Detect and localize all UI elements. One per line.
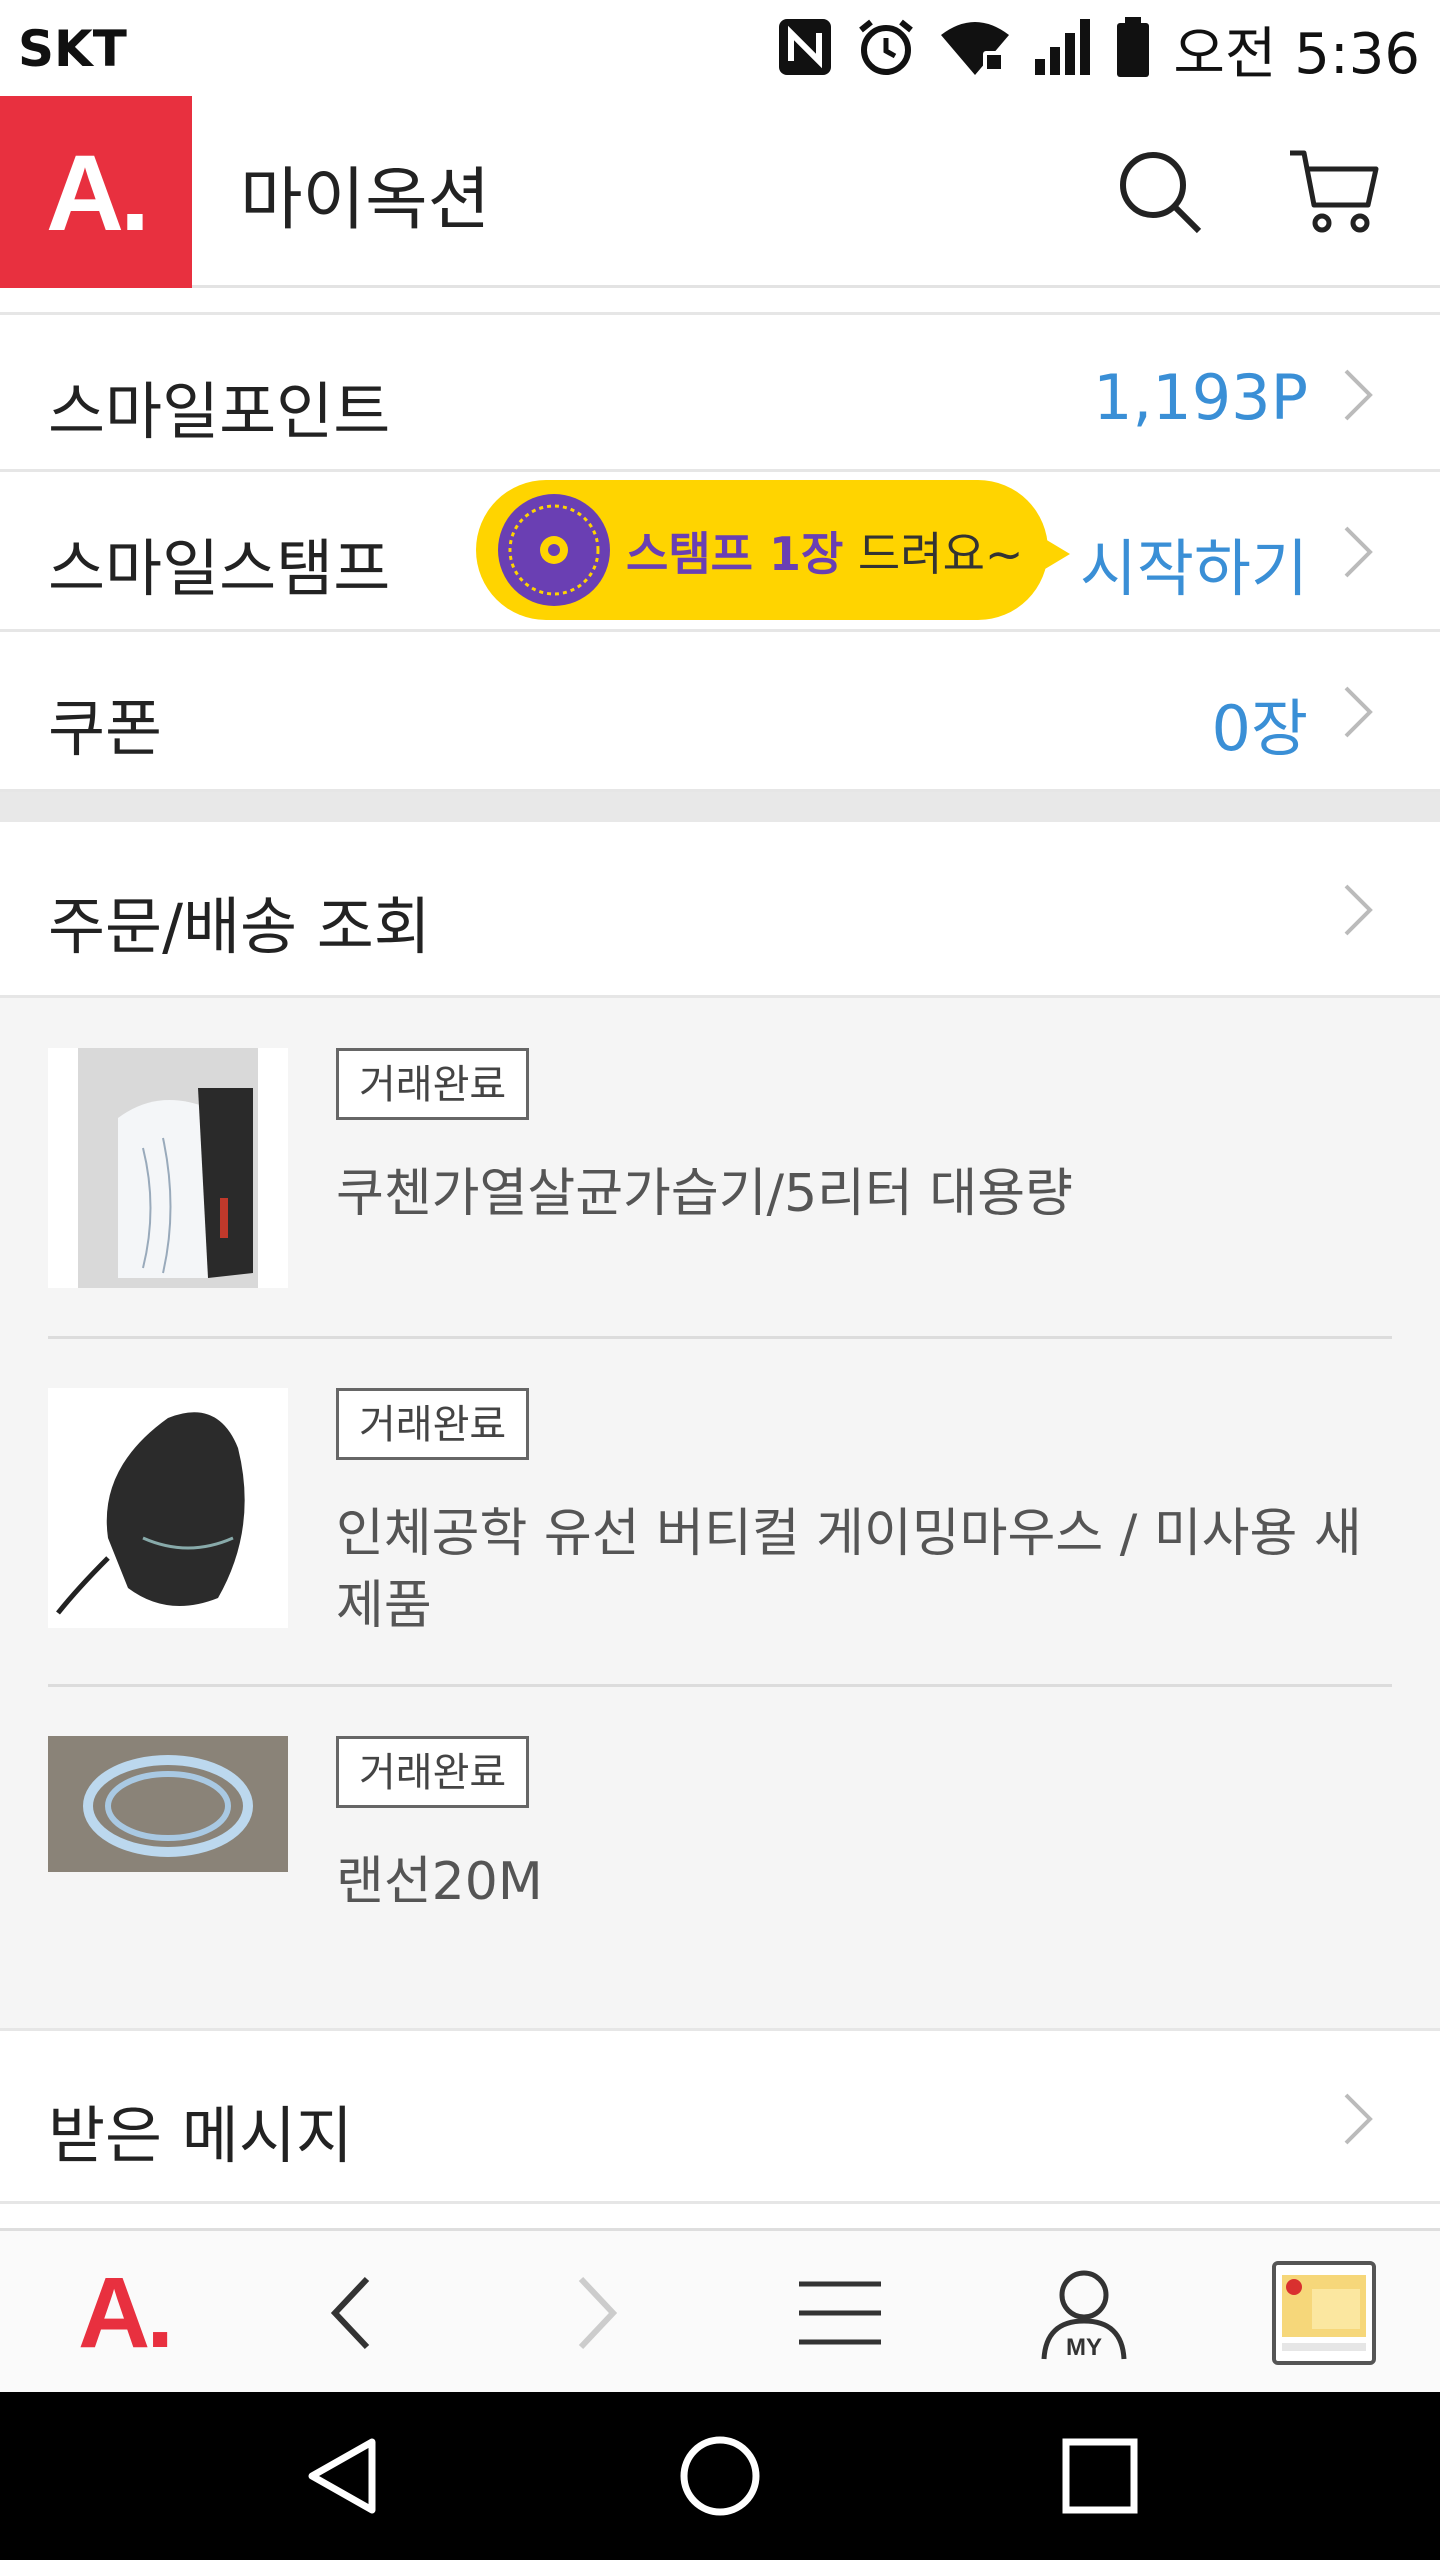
order-item[interactable]: 거래완료 랜선20M: [48, 1736, 1392, 1976]
smile-stamp-start-link: 시작하기: [1079, 532, 1308, 605]
order-item-title: 랜선20M: [336, 1852, 543, 1912]
battery-icon: [1115, 17, 1151, 81]
carrier-label: SKT: [18, 20, 127, 78]
smile-point-label: 스마일포인트: [48, 375, 391, 448]
search-icon: [1120, 152, 1202, 234]
mouse-thumbnail: [48, 1388, 288, 1628]
humidifier-thumbnail: [48, 1048, 288, 1288]
order-item[interactable]: 거래완료 쿠첸가열살균가습기/5리터 대용량: [48, 1048, 1392, 1288]
home-circle-icon: [680, 2436, 760, 2516]
my-label: MY: [1066, 2334, 1102, 2361]
smile-stamp-label: 스마일스탬프: [48, 532, 391, 605]
order-item-title: 인체공학 유선 버티컬 게이밍마우스 / 미사용 새제품: [336, 1504, 1362, 1636]
system-navigation-bar: [0, 2392, 1440, 2560]
app-header: A. 마이옥션: [0, 96, 1440, 288]
smile-point-row[interactable]: 스마일포인트 1,193P: [0, 312, 1440, 472]
bottom-nav-home[interactable]: A.: [44, 2231, 204, 2395]
chevron-right-icon: [1344, 686, 1373, 738]
system-back-button[interactable]: [282, 2416, 402, 2536]
lan-cable-thumbnail: [48, 1736, 288, 1872]
order-list: 거래완료 쿠첸가열살균가습기/5리터 대용량 거래완료 인체공학 유선 버티컬 …: [0, 998, 1440, 2028]
bottom-nav-recent-item[interactable]: [1244, 2231, 1404, 2395]
signal-icon: [1033, 19, 1093, 79]
smile-stamp-badge-icon: [498, 494, 610, 606]
recent-product-thumbnail: [1272, 2261, 1376, 2365]
order-status-badge: 거래완료: [336, 1388, 530, 1460]
bottom-nav-back[interactable]: [272, 2231, 432, 2395]
cart-button[interactable]: [1284, 142, 1384, 242]
home-logo-button[interactable]: A.: [0, 96, 192, 288]
stamp-promo-bubble[interactable]: 스탬프 1장 드려요~: [476, 480, 1048, 620]
chevron-right-icon: [1344, 884, 1373, 936]
coupon-label: 쿠폰: [48, 692, 163, 765]
order-status-badge: 거래완료: [336, 1736, 530, 1808]
order-item[interactable]: 거래완료 인체공학 유선 버티컬 게이밍마우스 / 미사용 새제품: [48, 1388, 1392, 1636]
order-delivery-title: 주문/배송 조회: [48, 890, 431, 963]
order-separator: [48, 1336, 1392, 1339]
bottom-nav-my[interactable]: MY: [1004, 2231, 1164, 2395]
order-separator: [48, 1684, 1392, 1687]
status-bar: SKT 오전 5:36: [0, 0, 1440, 96]
order-item-title: 쿠첸가열살균가습기/5리터 대용량: [336, 1164, 1073, 1224]
bottom-nav-forward[interactable]: [516, 2231, 676, 2395]
status-icons: 오전 5:36: [777, 14, 1420, 87]
stamp-promo-text: 스탬프 1장 드려요~: [626, 518, 1023, 584]
logo-text: A.: [78, 2256, 174, 2369]
bottom-nav-menu[interactable]: [760, 2231, 920, 2395]
received-messages-row[interactable]: 받은 메시지: [0, 2028, 1440, 2204]
user-icon: MY: [1041, 2270, 1127, 2361]
order-delivery-row[interactable]: 주문/배송 조회: [0, 822, 1440, 998]
chevron-right-icon: [1344, 526, 1373, 578]
menu-icon: [799, 2281, 881, 2345]
page-title: 마이옥션: [240, 161, 491, 240]
logo-text: A.: [46, 131, 150, 253]
clock-label: 오전 5:36: [1173, 21, 1420, 87]
chevron-right-icon: [578, 2276, 618, 2350]
search-button[interactable]: [1110, 142, 1210, 242]
stamp-promo-strong: 스탬프 1장: [626, 527, 844, 581]
wifi-icon: [939, 17, 1011, 81]
chevron-left-icon: [330, 2276, 370, 2350]
chevron-right-icon: [1344, 2093, 1373, 2145]
system-home-button[interactable]: [660, 2416, 780, 2536]
recents-square-icon: [1062, 2438, 1138, 2514]
nfc-icon: [777, 17, 833, 81]
back-triangle-icon: [308, 2438, 376, 2514]
system-recents-button[interactable]: [1040, 2416, 1160, 2536]
coupon-value: 0장: [1211, 692, 1309, 765]
smile-point-value: 1,193P: [1093, 361, 1308, 434]
stamp-bubble-tail: [1040, 536, 1070, 572]
coupon-row[interactable]: 쿠폰 0장: [0, 632, 1440, 792]
order-status-badge: 거래완료: [336, 1048, 530, 1120]
bottom-navigation: A. MY: [0, 2228, 1440, 2392]
section-divider: [0, 792, 1440, 822]
cart-icon: [1290, 150, 1379, 233]
alarm-icon: [855, 16, 917, 82]
received-messages-title: 받은 메시지: [48, 2099, 353, 2172]
chevron-right-icon: [1344, 369, 1373, 421]
stamp-promo-rest: 드려요~: [843, 527, 1024, 581]
